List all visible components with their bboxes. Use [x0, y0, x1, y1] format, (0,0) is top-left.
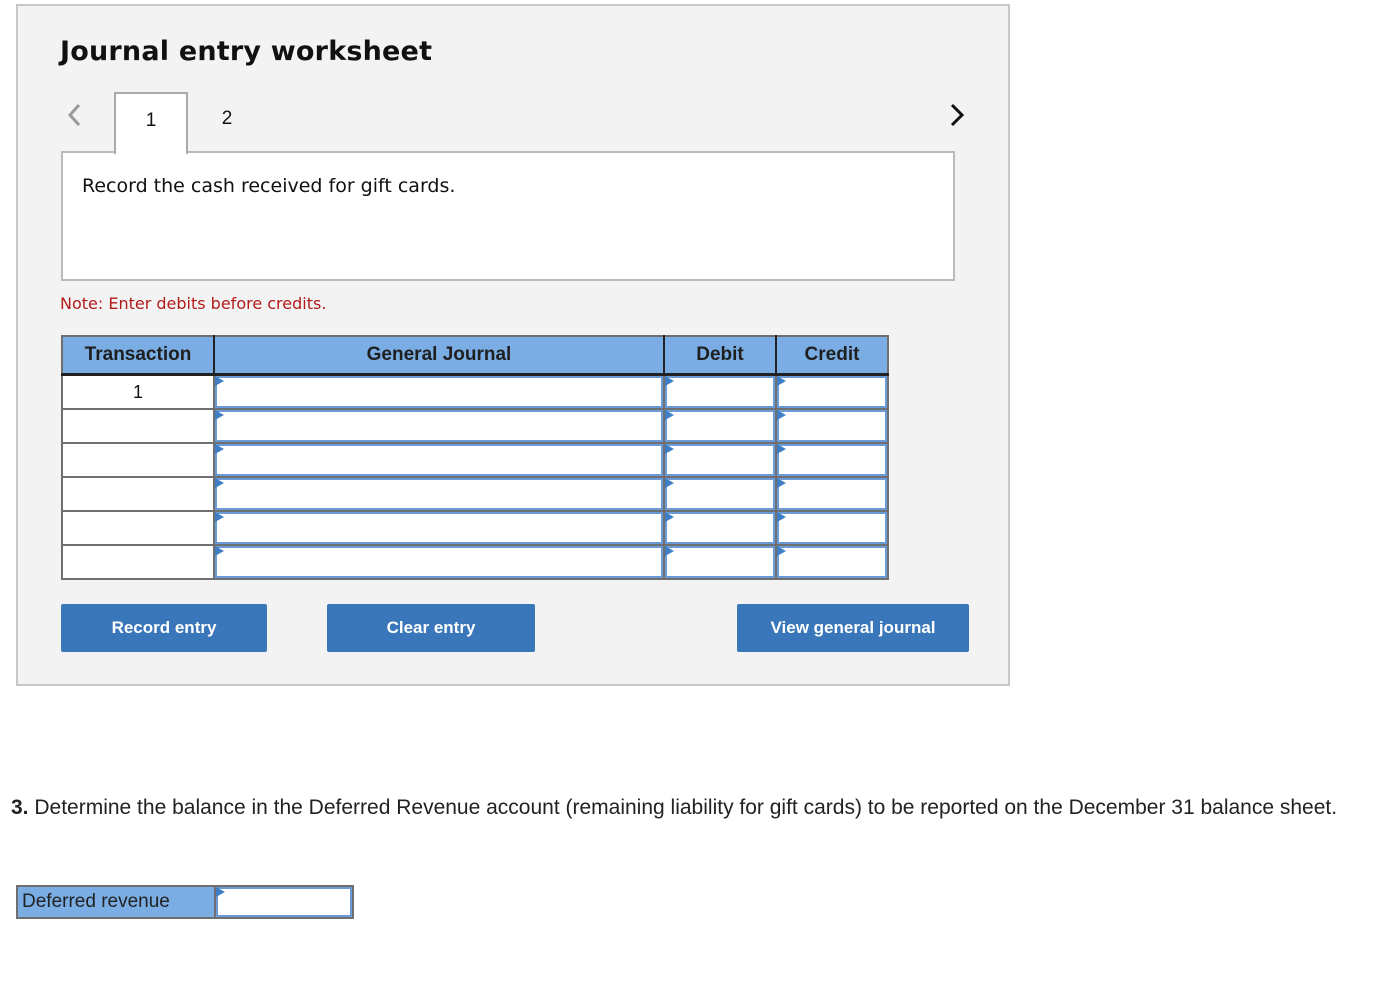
- input-flag-icon: [777, 546, 786, 556]
- input-flag-icon: [665, 512, 674, 522]
- credit-input[interactable]: [777, 376, 887, 408]
- next-button[interactable]: [946, 102, 968, 128]
- input-flag-icon: [665, 410, 674, 420]
- credit-cell[interactable]: [775, 408, 889, 444]
- debit-input[interactable]: [665, 512, 775, 544]
- header-debit: Debit: [663, 336, 776, 376]
- tab-1[interactable]: 1: [114, 92, 188, 154]
- chevron-left-icon: [67, 103, 81, 127]
- credit-cell[interactable]: [775, 476, 889, 512]
- credit-input[interactable]: [777, 444, 887, 476]
- general-journal-input[interactable]: [215, 478, 663, 510]
- general-journal-cell[interactable]: [213, 510, 665, 546]
- general-journal-cell[interactable]: [213, 544, 665, 580]
- debit-input[interactable]: [665, 478, 775, 510]
- table-row: 1: [61, 373, 889, 410]
- input-flag-icon: [216, 887, 225, 897]
- table-row: [61, 544, 889, 580]
- prompt-text: Record the cash received for gift cards.: [82, 175, 456, 197]
- view-general-journal-button[interactable]: View general journal: [737, 604, 969, 652]
- input-flag-icon: [665, 478, 674, 488]
- debit-cell[interactable]: [663, 544, 777, 580]
- general-journal-input[interactable]: [215, 546, 663, 578]
- input-flag-icon: [777, 444, 786, 454]
- chevron-right-icon: [950, 103, 965, 127]
- input-flag-icon: [215, 444, 224, 454]
- debit-cell[interactable]: [663, 442, 777, 478]
- question-text: Determine the balance in the Deferred Re…: [28, 796, 1338, 819]
- input-flag-icon: [777, 410, 786, 420]
- deferred-revenue-input[interactable]: [216, 887, 352, 917]
- input-flag-icon: [777, 376, 786, 386]
- input-flag-icon: [215, 546, 224, 556]
- input-flag-icon: [777, 478, 786, 488]
- credit-cell[interactable]: [775, 544, 889, 580]
- transaction-cell: 1: [61, 373, 215, 410]
- header-credit: Credit: [775, 336, 888, 376]
- table-row: [61, 510, 889, 546]
- input-flag-icon: [665, 444, 674, 454]
- table-row: [61, 408, 889, 444]
- record-entry-button[interactable]: Record entry: [61, 604, 267, 652]
- credit-cell[interactable]: [775, 373, 889, 410]
- input-flag-icon: [215, 410, 224, 420]
- tab-label: 1: [145, 110, 157, 131]
- general-journal-cell[interactable]: [213, 442, 665, 478]
- general-journal-input[interactable]: [215, 410, 663, 442]
- transaction-cell: [61, 442, 215, 478]
- transaction-cell: [61, 476, 215, 512]
- general-journal-input[interactable]: [215, 512, 663, 544]
- journal-table: Transaction General Journal Debit Credit…: [61, 335, 889, 580]
- table-header-row: Transaction General Journal Debit Credit: [62, 336, 888, 376]
- input-flag-icon: [777, 512, 786, 522]
- deferred-revenue-label: Deferred revenue: [18, 887, 216, 917]
- deferred-revenue-field[interactable]: [216, 887, 352, 917]
- debit-cell[interactable]: [663, 510, 777, 546]
- debit-input[interactable]: [665, 546, 775, 578]
- general-journal-input[interactable]: [215, 376, 663, 408]
- transaction-cell: [61, 544, 215, 580]
- general-journal-input[interactable]: [215, 444, 663, 476]
- tab-label: 2: [221, 108, 233, 129]
- note-text: Note: Enter debits before credits.: [60, 294, 327, 313]
- credit-cell[interactable]: [775, 442, 889, 478]
- clear-entry-button[interactable]: Clear entry: [327, 604, 535, 652]
- general-journal-cell[interactable]: [213, 408, 665, 444]
- debit-input[interactable]: [665, 444, 775, 476]
- question-3: 3. Determine the balance in the Deferred…: [11, 794, 1381, 822]
- tab-2[interactable]: 2: [190, 92, 264, 152]
- previous-button[interactable]: [64, 102, 86, 128]
- table-row: [61, 442, 889, 478]
- transaction-cell: [61, 408, 215, 444]
- credit-input[interactable]: [777, 410, 887, 442]
- debit-cell[interactable]: [663, 373, 777, 410]
- header-transaction: Transaction: [62, 336, 214, 376]
- credit-cell[interactable]: [775, 510, 889, 546]
- debit-input[interactable]: [665, 410, 775, 442]
- table-row: [61, 476, 889, 512]
- debit-cell[interactable]: [663, 476, 777, 512]
- input-flag-icon: [215, 376, 224, 386]
- input-flag-icon: [665, 376, 674, 386]
- worksheet-title: Journal entry worksheet: [60, 36, 433, 67]
- credit-input[interactable]: [777, 478, 887, 510]
- transaction-cell: [61, 510, 215, 546]
- credit-input[interactable]: [777, 546, 887, 578]
- question-number: 3.: [11, 796, 29, 819]
- general-journal-cell[interactable]: [213, 476, 665, 512]
- header-general-journal: General Journal: [213, 336, 664, 376]
- debit-cell[interactable]: [663, 408, 777, 444]
- input-flag-icon: [215, 478, 224, 488]
- debit-input[interactable]: [665, 376, 775, 408]
- journal-entry-worksheet: Journal entry worksheet 1 2 Record the c…: [16, 4, 1010, 686]
- deferred-revenue-row: Deferred revenue: [16, 885, 354, 919]
- input-flag-icon: [665, 546, 674, 556]
- general-journal-cell[interactable]: [213, 373, 665, 410]
- credit-input[interactable]: [777, 512, 887, 544]
- input-flag-icon: [215, 512, 224, 522]
- prompt-box: Record the cash received for gift cards.: [61, 151, 955, 281]
